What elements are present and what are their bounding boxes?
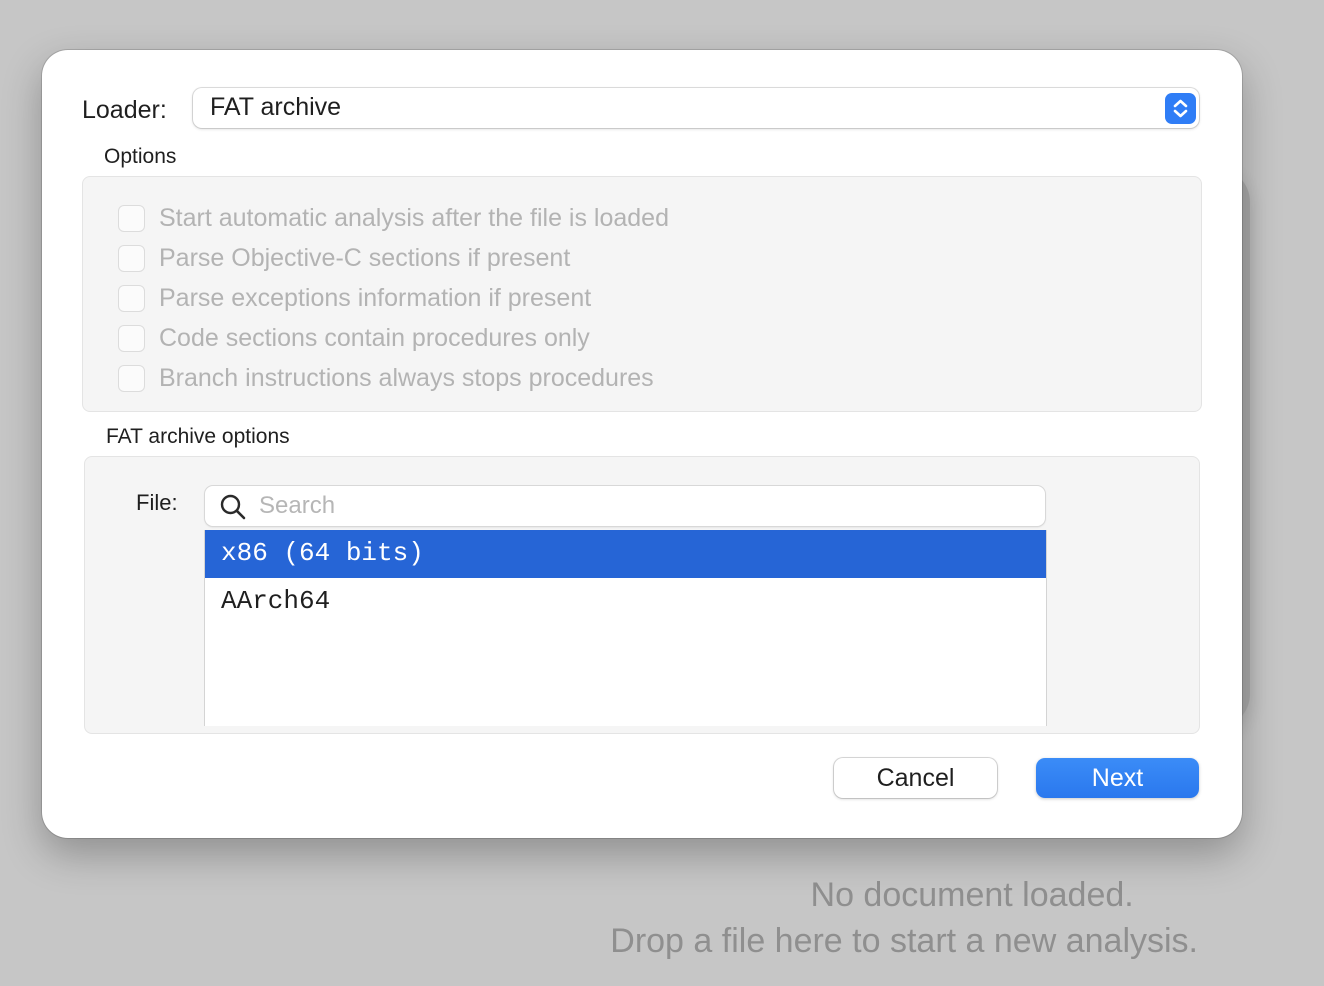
option-parse-exceptions[interactable]: Parse exceptions information if present xyxy=(118,283,591,313)
next-button[interactable]: Next xyxy=(1036,758,1199,798)
option-label: Parse exceptions information if present xyxy=(159,283,592,312)
checkbox[interactable] xyxy=(118,244,145,272)
file-list: x86 (64 bits) AArch64 xyxy=(204,530,1047,726)
cancel-button[interactable]: Cancel xyxy=(834,758,997,798)
option-label: Parse Objective-C sections if present xyxy=(159,243,571,272)
checkbox[interactable] xyxy=(118,284,145,312)
checkbox[interactable] xyxy=(118,204,145,232)
option-parse-objective-c[interactable]: Parse Objective-C sections if present xyxy=(118,243,570,273)
loader-popup-value: FAT archive xyxy=(210,93,342,121)
option-code-sections-procedures[interactable]: Code sections contain procedures only xyxy=(118,323,590,353)
chevron-up-down-icon xyxy=(1165,93,1196,124)
options-panel: Start automatic analysis after the file … xyxy=(82,176,1202,412)
file-row-aarch64[interactable]: AArch64 xyxy=(205,578,1046,626)
option-automatic-analysis[interactable]: Start automatic analysis after the file … xyxy=(118,203,669,233)
file-label: File: xyxy=(136,490,178,515)
checkbox[interactable] xyxy=(118,364,145,392)
loader-popup[interactable]: FAT archive xyxy=(193,88,1199,128)
empty-state-title: No document loaded. xyxy=(810,876,1134,914)
option-label: Start automatic analysis after the file … xyxy=(159,203,669,232)
file-row-x86-64[interactable]: x86 (64 bits) xyxy=(205,530,1046,578)
option-label: Branch instructions always stops procedu… xyxy=(159,363,654,392)
fat-options-title: FAT archive options xyxy=(106,425,290,448)
empty-state-hint: Drop a file here to start a new analysis… xyxy=(610,922,1198,960)
loader-label: Loader: xyxy=(82,96,167,124)
search-icon xyxy=(219,493,247,521)
option-branch-stops-procedures[interactable]: Branch instructions always stops procedu… xyxy=(118,363,654,393)
loader-dialog: Loader: FAT archive Options Start automa… xyxy=(42,50,1242,838)
empty-state: No document loaded. Drop a file here to … xyxy=(610,872,1198,964)
option-label: Code sections contain procedures only xyxy=(159,323,590,352)
checkbox[interactable] xyxy=(118,324,145,352)
search-field[interactable] xyxy=(205,486,1045,526)
search-input[interactable] xyxy=(259,491,1029,521)
options-title: Options xyxy=(104,145,177,168)
